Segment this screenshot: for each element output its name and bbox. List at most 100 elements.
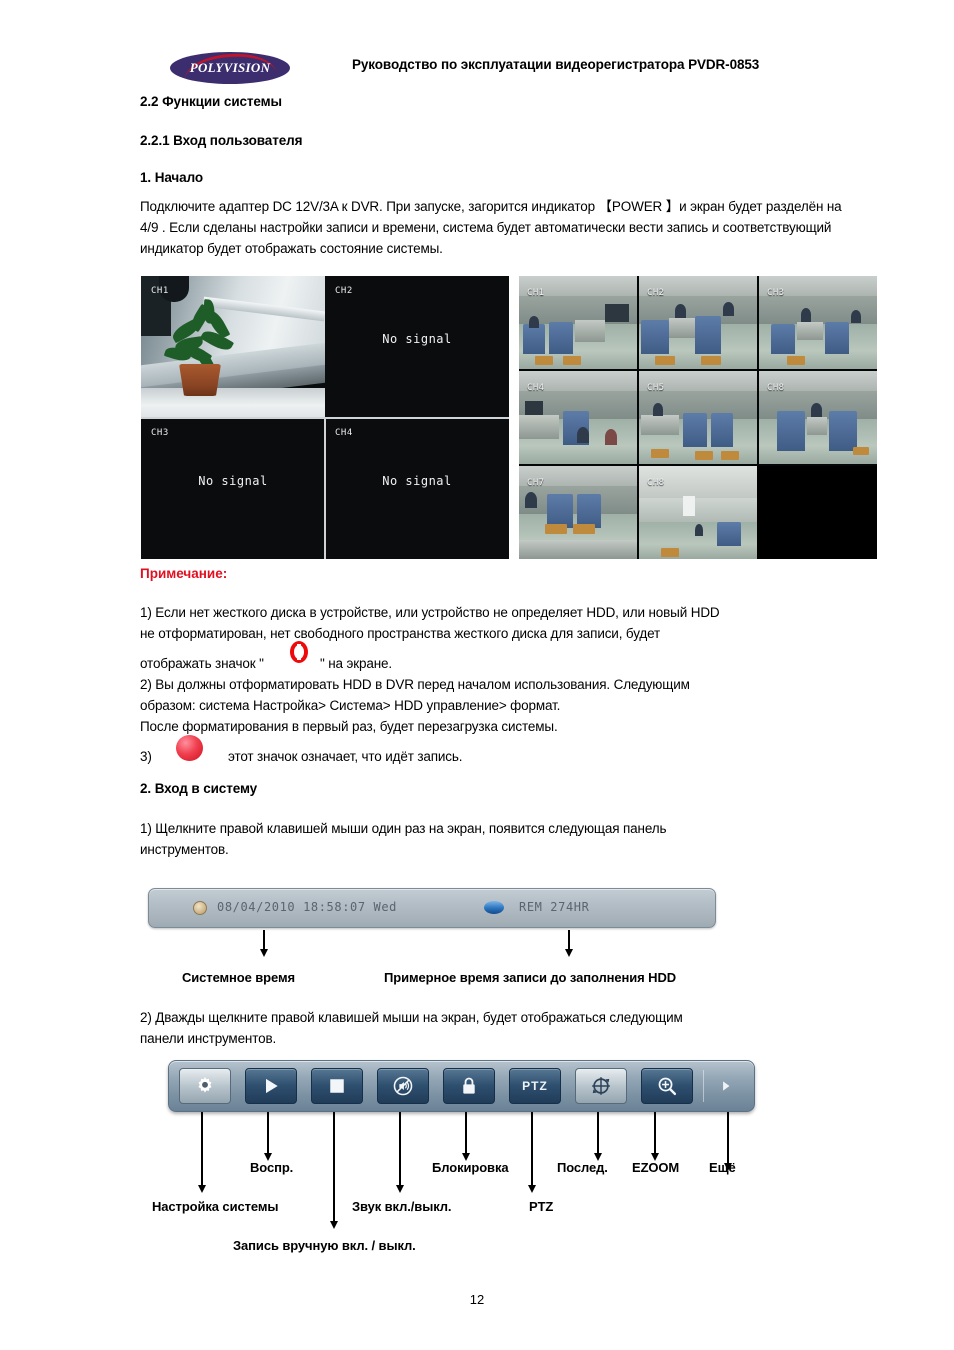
channel-label: CH2 [335,286,353,296]
disk-icon [484,901,504,914]
channel-label: CH4 [335,428,353,438]
callout-arrow-audio [395,1112,404,1193]
toolbar-button-sequence[interactable] [575,1068,627,1104]
callout-ezoom: EZOOM [632,1160,680,1175]
ptz-text-icon: PTZ [510,1069,560,1103]
heading-login: 2. Вход в систему [140,781,258,796]
callout-arrow-more [723,1112,732,1171]
callout-arrow-record-time [564,930,573,957]
callout-arrow-ezoom [650,1112,659,1161]
play-icon [246,1069,296,1103]
heading-start: 1. Начало [140,170,204,185]
callout-record-time: Примерное время записи до заполнения HDD [384,970,677,985]
toolbar-button-ptz[interactable]: PTZ [509,1068,561,1104]
page-number: 12 [469,1292,485,1307]
callout-arrow-sequence [593,1112,602,1161]
note-1-line-1: 1) Если нет жесткого диска в устройстве,… [140,605,720,620]
channel-label: CH5 [647,383,665,393]
ptz-label: PTZ [522,1079,548,1093]
polyvision-logo: POLYVISION [170,50,290,84]
quad-channel-2: CH2 No signal [325,276,509,417]
callout-record: Запись вручную вкл. / выкл. [233,1238,416,1253]
callout-arrow-lock [461,1112,470,1161]
note-1-line-3-before: отображать значок " [140,656,264,671]
callout-arrow-ptz [527,1112,536,1193]
no-signal-text: No signal [382,474,452,488]
heading-2-2: 2.2 Функции системы [140,94,282,109]
system-datetime: 08/04/2010 18:58:07 Wed [217,900,397,914]
note-heading: Примечание: [140,566,228,581]
callout-more: Ещё [709,1160,736,1175]
nine-channel-7: CH7 [519,466,637,559]
toolbar-button-settings[interactable] [179,1068,231,1104]
callout-settings: Настройка системы [152,1199,279,1214]
nine-channel-4: CH4 [519,371,637,464]
channel-label: CH8 [767,383,785,393]
note-2-line-2: образом: система Настройка> Система> HDD… [140,698,561,713]
nine-channel-6: CH8 [759,371,877,464]
speaker-mute-icon [378,1069,428,1103]
quad-channel-4: CH4 No signal [325,418,509,559]
dvr-status-bar: 08/04/2010 18:58:07 Wed REM 274HR [148,888,716,928]
nine-channel-5: CH5 [639,371,757,464]
chevron-right-icon [709,1068,743,1104]
stop-square-icon [312,1069,362,1103]
callout-audio: Звук вкл./выкл. [352,1199,452,1214]
toolbar-button-record[interactable] [311,1068,363,1104]
toolbar-button-audio[interactable] [377,1068,429,1104]
login-step-2-line-2: панели инструментов. [140,1031,277,1046]
remaining-time: REM 274HR [519,900,590,914]
nine-channel-3: CH3 [759,276,877,369]
login-step-2-line-1: 2) Дважды щелкните правой клавишей мыши … [140,1010,683,1025]
recording-icon [176,735,203,761]
callout-play: Воспр. [250,1160,294,1175]
dvr-quad-view-screenshot: CH1 CH2 No signal CH3 No signal CH4 No s… [141,276,509,559]
note-2-line-3: После форматирования в первый раз, будет… [140,719,558,734]
toolbar-button-play[interactable] [245,1068,297,1104]
no-signal-text: No signal [382,332,452,346]
toolbar-button-lock[interactable] [443,1068,495,1104]
toolbar-button-ezoom[interactable] [641,1068,693,1104]
channel-label: CH3 [767,288,785,298]
channel-label: CH2 [647,288,665,298]
callout-ptz: PTZ [529,1199,554,1214]
channel-label: CH1 [527,288,545,298]
quad-channel-1: CH1 [141,276,325,417]
magnifier-plus-icon [642,1069,692,1103]
lock-icon [444,1069,494,1103]
channel-label: CH7 [527,478,545,488]
document-title: Руководство по эксплуатации видеорегистр… [352,57,760,72]
login-step-1-line-1: 1) Щелкните правой клавишей мыши один ра… [140,821,667,836]
nine-channel-8: CH8 [639,466,757,559]
note-3-text: этот значок означает, что идёт запись. [228,749,463,764]
dvr-icon-toolbar: PTZ [168,1060,755,1112]
hdd-missing-icon [290,641,308,663]
dvr-nine-view-screenshot: CH1 CH2 CH3 CH4 CH5 CH8 CH7 CH8 [519,276,877,559]
nine-channel-1: CH1 [519,276,637,369]
callout-arrow-record [329,1112,338,1229]
callout-system-time: Системное время [182,970,295,985]
camera-scene-plant [141,276,325,417]
channel-label: CH3 [151,428,169,438]
toolbar-divider [703,1070,704,1102]
toolbar-button-more[interactable] [709,1068,743,1104]
heading-2-2-1: 2.2.1 Вход пользователя [140,133,303,148]
note-3-number: 3) [140,749,152,764]
no-signal-text: No signal [198,474,268,488]
note-1-line-2: не отформатирован, нет свободного простр… [140,626,661,641]
note-1-line-3-after: " на экране. [320,656,392,671]
note-2-line-1: 2) Вы должны отформатировать HDD в DVR п… [140,677,690,692]
nine-channel-2: CH2 [639,276,757,369]
quad-vertical-divider [324,418,326,559]
page-header: POLYVISION Руководство по эксплуатации в… [0,0,954,92]
callout-arrow-play [263,1112,272,1161]
callout-arrow-system-time [259,930,268,957]
callout-lock: Блокировка [432,1160,509,1175]
channel-label: CH1 [151,286,169,296]
login-step-1-line-2: инструментов. [140,842,229,857]
quad-channel-3: CH3 No signal [141,418,325,559]
start-paragraph: Подключите адаптер DC 12V/3A к DVR. При … [140,199,842,256]
callout-sequence: Послед. [557,1160,608,1175]
sequence-icon [576,1069,626,1103]
channel-label: CH8 [647,478,665,488]
